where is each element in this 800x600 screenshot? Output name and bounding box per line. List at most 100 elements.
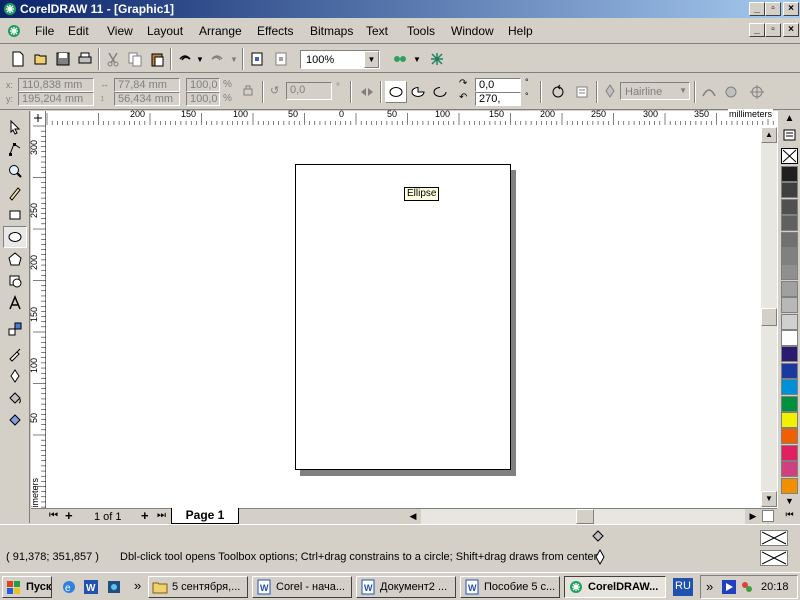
text-tool-icon[interactable]: [3, 292, 27, 314]
end-angle-field[interactable]: 270,: [475, 92, 521, 106]
doc-close-button[interactable]: ×: [783, 23, 799, 37]
doc-minimize-button[interactable]: _: [749, 23, 765, 37]
color-swatch[interactable]: [781, 248, 798, 264]
ellipse-tool-icon[interactable]: [3, 226, 27, 248]
no-fill-swatch[interactable]: [781, 148, 798, 164]
print-icon[interactable]: [74, 48, 96, 70]
freehand-tool-icon[interactable]: [3, 182, 27, 204]
fill-color-swatch[interactable]: [760, 530, 788, 546]
color-swatch[interactable]: [781, 362, 798, 379]
start-button[interactable]: Пуск: [2, 576, 52, 598]
drawing-page[interactable]: [295, 164, 511, 470]
y-position-field[interactable]: 195,204 mm: [18, 92, 94, 106]
scroll-right-icon[interactable]: ▶: [745, 509, 761, 524]
menu-help[interactable]: Help: [508, 24, 533, 38]
horizontal-ruler[interactable]: 200 150 100 50 0 50 100 150 200 250 300 …: [46, 109, 778, 126]
vertical-scroll-thumb[interactable]: [761, 308, 777, 326]
scroll-down-icon[interactable]: ▼: [761, 491, 777, 507]
arc-mode-icon[interactable]: [429, 81, 451, 103]
palette-flyout-icon[interactable]: [781, 128, 798, 142]
outline-dropdown-icon[interactable]: ▼: [679, 86, 687, 95]
zoom-level-select[interactable]: 100% ▼: [300, 50, 380, 69]
task-word-1[interactable]: W Corel - нача...: [252, 576, 352, 598]
vertical-scrollbar[interactable]: ▲ ▼: [761, 127, 777, 507]
color-swatch[interactable]: [781, 166, 798, 182]
menu-effects[interactable]: Effects: [257, 24, 293, 38]
interactive-fill-tool-icon[interactable]: [3, 409, 27, 431]
polygon-tool-icon[interactable]: [3, 248, 27, 270]
color-swatch[interactable]: [781, 231, 798, 248]
vertical-ruler[interactable]: 300 250 200 150 100 50 millimeters: [29, 125, 46, 521]
color-swatch[interactable]: [781, 313, 798, 330]
media-player-icon[interactable]: [722, 580, 736, 594]
network-icon[interactable]: [740, 580, 754, 594]
zoom-tool-icon[interactable]: [3, 160, 27, 182]
color-swatch[interactable]: [781, 198, 798, 215]
undo-dropdown-icon[interactable]: ▼: [196, 55, 204, 64]
color-swatch[interactable]: [781, 379, 798, 396]
rotation-field[interactable]: 0,0: [286, 82, 332, 100]
start-angle-field[interactable]: 0,0: [475, 78, 521, 92]
minimize-button[interactable]: _: [749, 2, 765, 16]
outline-width-select[interactable]: Hairline ▼: [620, 82, 690, 100]
first-page-icon[interactable]: ⏮: [49, 510, 58, 521]
height-field[interactable]: 56,434 mm: [114, 92, 180, 106]
task-coreldraw[interactable]: CorelDRAW...: [564, 576, 666, 598]
launcher-dropdown-icon[interactable]: ▼: [413, 55, 421, 64]
ie-quicklaunch-icon[interactable]: e: [61, 579, 77, 595]
import-icon[interactable]: [246, 48, 268, 70]
redo-icon[interactable]: [206, 48, 228, 70]
menu-edit[interactable]: Edit: [68, 24, 89, 38]
menu-view[interactable]: View: [107, 24, 133, 38]
color-swatch[interactable]: [781, 280, 798, 297]
scale-y-field[interactable]: 100,0: [186, 92, 220, 106]
x-position-field[interactable]: 110,838 mm: [18, 78, 94, 92]
basic-shapes-tool-icon[interactable]: [3, 270, 27, 292]
menu-tools[interactable]: Tools: [407, 24, 435, 38]
color-swatch[interactable]: [781, 330, 798, 346]
scroll-left-icon[interactable]: ◀: [405, 509, 421, 524]
outline-color-swatch[interactable]: [760, 550, 788, 566]
export-icon[interactable]: [270, 48, 292, 70]
rectangle-tool-icon[interactable]: [3, 204, 27, 226]
save-icon[interactable]: [52, 48, 74, 70]
new-icon[interactable]: [7, 48, 29, 70]
color-swatch[interactable]: [781, 182, 798, 199]
fill-indicator-icon[interactable]: [590, 528, 606, 544]
color-swatch[interactable]: [781, 297, 798, 314]
shape-option-icon[interactable]: [720, 81, 742, 103]
pie-mode-icon[interactable]: [407, 81, 429, 103]
menu-file[interactable]: File: [35, 24, 54, 38]
color-swatch[interactable]: [781, 477, 798, 494]
drawing-canvas[interactable]: [46, 125, 778, 508]
color-swatch[interactable]: [781, 264, 798, 281]
convert-to-curves-icon[interactable]: [698, 81, 720, 103]
coreldraw-app-icon[interactable]: [3, 2, 17, 16]
change-direction-icon[interactable]: [547, 81, 569, 103]
copy-icon[interactable]: [124, 48, 146, 70]
horizontal-scrollbar[interactable]: [421, 509, 745, 524]
mirror-icon[interactable]: [356, 81, 378, 103]
horizontal-scroll-thumb[interactable]: [576, 509, 594, 524]
ellipse-mode-icon[interactable]: [385, 81, 407, 103]
lock-ratio-icon[interactable]: [242, 83, 254, 97]
color-swatch[interactable]: [781, 395, 798, 412]
last-page-icon[interactable]: ⏭: [157, 510, 166, 521]
close-button[interactable]: ×: [783, 2, 799, 16]
color-swatch[interactable]: [781, 215, 798, 232]
maximize-button[interactable]: ▫: [765, 2, 781, 16]
outline-indicator-icon[interactable]: [592, 548, 608, 566]
paste-icon[interactable]: [146, 48, 168, 70]
palette-expand-icon[interactable]: ⏮: [781, 508, 798, 520]
color-swatch[interactable]: [781, 412, 798, 428]
cut-icon[interactable]: [102, 48, 124, 70]
menu-text[interactable]: Text: [366, 24, 388, 38]
corel-online-icon[interactable]: [426, 48, 448, 70]
scroll-up-icon[interactable]: ▲: [761, 127, 777, 143]
wrap-text-icon[interactable]: [571, 81, 593, 103]
outline-tool-icon[interactable]: [3, 365, 27, 387]
ruler-origin[interactable]: [31, 111, 46, 126]
open-icon[interactable]: [30, 48, 52, 70]
interactive-blend-tool-icon[interactable]: [3, 318, 27, 340]
fill-tool-icon[interactable]: [3, 387, 27, 409]
